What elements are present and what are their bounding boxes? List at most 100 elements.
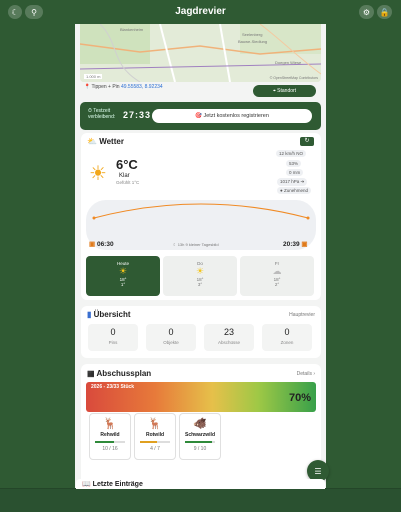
stat-label: Abschüsse [217, 340, 240, 345]
stat-label: Pins [108, 340, 118, 345]
species-bar-fill [185, 441, 212, 443]
species-card[interactable]: 🦌 Rotwild 4 / 7 [134, 413, 176, 460]
species-count: 9 / 10 [193, 446, 207, 452]
species-card[interactable]: 🐗 Schwarzwild 9 / 10 [179, 413, 221, 460]
species-bar [185, 441, 215, 443]
plan-percent: 70% [288, 392, 311, 404]
sunset: 20:39 ▣ [283, 240, 308, 248]
recent-header: 📖 Letzte Einträge [76, 479, 325, 489]
sunset-time: 20:39 [283, 241, 300, 248]
stat-box[interactable]: 0 Zonen [262, 324, 312, 351]
feels-like: Gefühlt 1°C [116, 180, 140, 185]
stat-box[interactable]: 23 Abschüsse [204, 324, 254, 351]
stat-box[interactable]: 0 Objekte [146, 324, 196, 351]
temperature: 6°C [116, 157, 138, 172]
species-count: 10 / 16 [102, 446, 118, 452]
stag-icon: 🦌 [148, 418, 162, 430]
day-low: 2° [274, 282, 280, 287]
standort-label: Standort [277, 88, 297, 94]
trial-banner: ⏱ Testzeit verbleibend: 27:33 🎯 Jetzt ko… [80, 102, 321, 130]
species-name: Rehwild [100, 432, 120, 438]
cloud-icon: ☁ [272, 266, 282, 276]
map-graphic [80, 24, 321, 82]
stat-label: Objekte [163, 340, 179, 345]
wind: 12 km/h NO [276, 150, 307, 157]
lock-icon[interactable]: 🔒 [377, 5, 392, 19]
map-label: Doegen Wiese [275, 60, 302, 65]
trial-timer: 27:33 [123, 110, 152, 120]
species-name: Rotwild [145, 432, 165, 438]
species-bar [95, 441, 125, 443]
pressure: 1017 hPa ➔ [277, 178, 308, 186]
target-icon: 🎯 [195, 113, 204, 119]
species-count: 4 / 7 [150, 446, 160, 452]
coordinates: 📍 Tippen + Pin 49.55583, 8.92234 [84, 84, 163, 90]
species-card[interactable]: 🦌 Rehwild 10 / 16 [89, 413, 131, 460]
register-label: Jetzt kostenlos registrieren [203, 113, 269, 119]
refresh-button[interactable]: ↻ [300, 137, 314, 146]
plan-details-link[interactable]: Details › [297, 371, 315, 377]
sun-icon: ☀ [89, 163, 107, 185]
forecast-day[interactable]: Fr ☁ 18° 2° [240, 256, 314, 296]
stat-value: 0 [168, 327, 174, 337]
top-bar: ☾ ⚲ Jagdrevier ⚙ 🔒 [0, 0, 401, 24]
map-label: Seelenberg [242, 32, 263, 37]
chart-icon: ▮ [87, 310, 94, 319]
condition: Klar [119, 173, 130, 179]
book-icon: 📖 [82, 481, 93, 488]
stat-box[interactable]: 0 Pins [88, 324, 138, 351]
moon-phase: ● Zunehmend [277, 187, 311, 194]
trial-label: ⏱ Testzeit verbleibend: [88, 108, 115, 120]
forecast-day[interactable]: Heute ☀ 18° 1° [86, 256, 160, 296]
deer-icon: 🦌 [103, 418, 117, 430]
sunset-icon: ▣ [299, 241, 308, 248]
sunrise-time: 06:30 [96, 241, 114, 248]
stat-label: Zonen [280, 340, 294, 345]
species-bar-fill [95, 441, 114, 443]
stat-value: 0 [110, 327, 116, 337]
species-bar-fill [140, 441, 158, 443]
overview-link[interactable]: Hauptrevier [289, 312, 315, 318]
map-view[interactable]: Blankenheim Seelenberg Bauwe-Siedlung Do… [80, 24, 321, 82]
daylight: ☾ 13h 9 kleiner Tagesbild [173, 242, 219, 247]
sunrise-icon: ▣ [89, 241, 97, 248]
overview-title: ▮ Übersicht [87, 310, 131, 319]
map-label: Bauwe-Siedlung [238, 39, 268, 44]
stat-value: 23 [223, 327, 234, 337]
standort-button[interactable]: ⌖ Standort [253, 85, 316, 97]
weather-title-text: Wetter [99, 137, 124, 146]
trial-label-line2: verbleibend: [88, 114, 116, 120]
sunrise: ▣ 06:30 [89, 240, 114, 248]
sun-icon: ☀ [195, 266, 205, 276]
weather-icon: ⛅ [87, 137, 100, 146]
map-attribution: © OpenStreetMap Contributors [269, 76, 318, 80]
coords-value[interactable]: 49.55583, 8.92234 [121, 84, 163, 90]
species-bar [140, 441, 170, 443]
map-label: Blankenheim [120, 27, 144, 32]
day-low: 3° [197, 282, 203, 287]
map-scale: 1.000 m [84, 74, 103, 79]
day-low: 1° [120, 282, 126, 287]
coords-prefix: Tippen + Pin [91, 84, 120, 90]
moon-phase-label: Zunehmend [283, 188, 308, 193]
plan-title-text: Abschussplan [96, 369, 152, 378]
daylight-label: 13h 9 kleiner Tagesbild [177, 242, 219, 247]
plan-range: 2026 - 23/33 Stück [91, 384, 135, 390]
sun-icon: ☀ [118, 266, 128, 276]
settings-icon[interactable]: ⚙ [359, 5, 374, 19]
plan-progress-bar: 2026 - 23/33 Stück 70% [86, 382, 316, 412]
rain: 0 mm [286, 169, 304, 176]
app-title: Jagdrevier [175, 6, 226, 17]
overview-title-text: Übersicht [93, 310, 131, 319]
stat-value: 0 [284, 327, 290, 337]
recent-title: Letzte Einträge [92, 481, 143, 488]
register-button[interactable]: 🎯 Jetzt kostenlos registrieren [152, 109, 312, 123]
bottom-bar: 📖 Letzte Einträge [0, 479, 401, 512]
species-name: Schwarzwild [184, 432, 215, 438]
boar-icon: 🐗 [193, 418, 207, 430]
pin-icon: 📍 [84, 84, 91, 90]
weather-title: ⛅ Wetter [87, 137, 124, 146]
forecast-day[interactable]: Do ☀ 18° 3° [163, 256, 237, 296]
humidity: 53% [286, 160, 302, 167]
plan-title: ▦ Abschussplan [87, 369, 151, 378]
